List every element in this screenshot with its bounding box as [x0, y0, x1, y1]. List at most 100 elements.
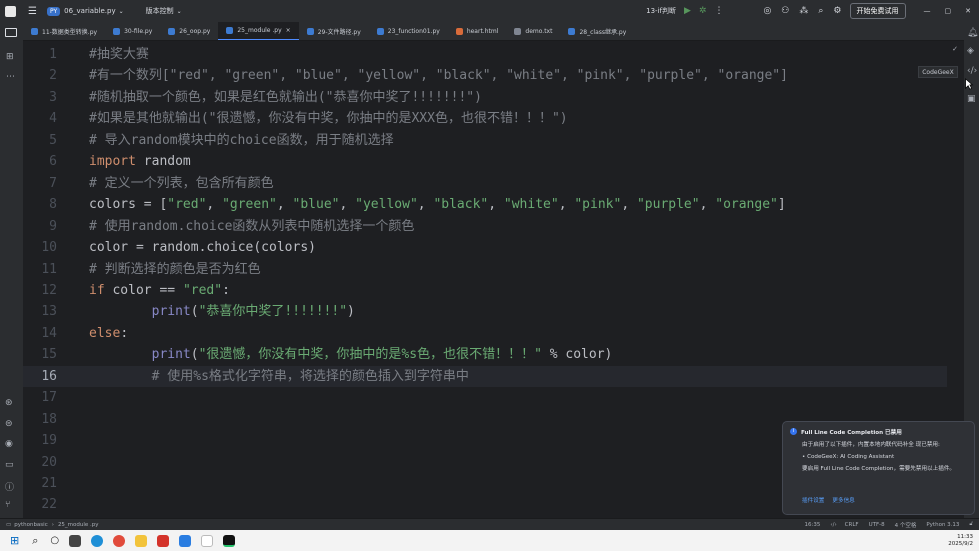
code-line[interactable]: else: — [89, 323, 128, 344]
editor-tab[interactable]: 30-file.py — [105, 22, 160, 40]
pycharm-icon[interactable] — [223, 534, 236, 547]
code-line[interactable]: #抽奖大赛 — [89, 44, 149, 65]
caret-position[interactable]: 16:35 — [805, 522, 821, 528]
run-icon[interactable]: ▶ — [684, 6, 691, 16]
line-separator[interactable]: CRLF — [845, 522, 859, 528]
clock-time[interactable]: 11:33 — [948, 534, 973, 541]
python-packages-icon[interactable]: ⊛ — [5, 398, 13, 408]
code-line[interactable]: colors = ["red", "green", "blue", "yello… — [89, 194, 786, 215]
codegeex-icon[interactable]: ◎ — [763, 6, 771, 16]
app-logo-icon[interactable] — [5, 5, 16, 17]
maximize-icon[interactable]: ▢ — [945, 7, 952, 15]
editor-tab[interactable]: 28_class继承.py — [560, 22, 634, 40]
line-number: 17 — [41, 390, 57, 406]
settings-icon[interactable]: ⚙ — [833, 6, 841, 16]
more-tools-icon[interactable]: ⋯ — [6, 72, 15, 82]
codegeex-sidebar-icon[interactable]: ‹/› — [967, 66, 977, 76]
main-menu-icon[interactable]: ☰ — [28, 6, 37, 17]
current-file-label[interactable]: 06_variable.py — [64, 7, 115, 15]
git-icon[interactable]: ⑂ — [5, 500, 10, 510]
tab-label: heart.html — [466, 27, 499, 35]
left-tool-window-bar: ⊞ ⋯ ⊛ ⊜ ◉ ▭ ⓘ ⑂ — [0, 22, 23, 518]
editor-tab[interactable]: heart.html — [448, 22, 507, 40]
code-line[interactable]: import random — [89, 151, 191, 172]
edge-icon[interactable] — [91, 534, 104, 547]
tab-label: 25_module .py — [237, 26, 282, 34]
typora-icon[interactable] — [201, 534, 214, 547]
code-token: "恭喜你中奖了!!!!!!!" — [198, 304, 348, 320]
code-line[interactable]: #有一个数列["red", "green", "blue", "yellow",… — [89, 65, 788, 86]
editor-tab[interactable]: 23_function01.py — [369, 22, 448, 40]
code-token: ) — [347, 304, 355, 320]
tab-close-icon[interactable]: × — [286, 27, 291, 34]
code-token: , — [206, 197, 223, 213]
code-token: % color) — [541, 347, 613, 363]
project-folder-icon[interactable] — [5, 28, 17, 37]
code-token: , — [488, 197, 504, 213]
start-trial-button[interactable]: 开始免费试用 — [849, 3, 906, 19]
lock-icon[interactable]: 🔓︎ — [969, 521, 973, 528]
services-icon[interactable]: ◉ — [5, 439, 13, 449]
code-line[interactable]: #如果是其他就输出("很遗憾，你没有中奖，你抽中的是XXX色，也很不错！！！") — [89, 108, 568, 129]
terminal-icon[interactable]: ▭ — [5, 460, 14, 470]
taskbar-app-blue-icon[interactable] — [179, 534, 192, 547]
editor-tab[interactable]: 29-文件路径.py — [299, 22, 369, 40]
taskbar-search-icon[interactable]: ⌕ — [32, 534, 38, 548]
close-icon[interactable]: ✕ — [965, 7, 971, 15]
code-line[interactable]: color = random.choice(colors) — [89, 237, 316, 258]
line-number: 7 — [49, 175, 57, 191]
notifications-icon[interactable]: 🔔︎ — [967, 28, 978, 38]
translate-icon[interactable]: ⁂ — [799, 6, 808, 16]
line-number: 18 — [41, 411, 57, 427]
code-line[interactable]: print("恭喜你中奖了!!!!!!!") — [89, 301, 355, 322]
python-console-icon[interactable]: ⊜ — [5, 419, 13, 429]
plugin-settings-link[interactable]: 插件设置 — [802, 496, 824, 504]
windows-start-icon[interactable]: ⊞ — [10, 534, 19, 547]
editor-tab[interactable]: demo.txt — [506, 22, 560, 40]
code-line[interactable]: # 导入random模块中的choice函数，用于随机选择 — [89, 130, 394, 151]
editor-tab[interactable]: 11-数据类型转换.py — [23, 22, 105, 40]
clock-date[interactable]: 2025/9/2 — [948, 541, 973, 548]
line-number-gutter: 1 2 3 4 5 6 7 8 9 10 11 12 13 14 15 16 17 18 19 20 21 22 — [23, 41, 65, 518]
code-line[interactable]: # 定义一个列表，包含所有颜色 — [89, 173, 274, 194]
vcs-menu[interactable]: 版本控制 — [146, 6, 174, 16]
database-icon[interactable]: ▣ — [967, 94, 976, 104]
structure-icon[interactable]: ⊞ — [6, 52, 14, 62]
file-explorer-icon[interactable] — [135, 534, 148, 547]
code-token: ] — [777, 197, 786, 213]
problems-icon[interactable]: ⓘ — [5, 480, 14, 493]
line-number: 12 — [41, 282, 57, 298]
indent-setting[interactable]: 4 个空格 — [895, 521, 917, 529]
file-encoding[interactable]: UTF-8 — [869, 522, 885, 528]
code-token: # 定义一个列表，包含所有颜色 — [89, 175, 274, 191]
code-line[interactable]: #随机抽取一个颜色，如果是红色就输出("恭喜你中奖了!!!!!!!") — [89, 87, 482, 108]
code-line[interactable]: # 判断选择的颜色是否为红色 — [89, 259, 261, 280]
more-icon[interactable]: ⋮ — [714, 6, 723, 16]
code-line[interactable]: print("很遗憾，你没有中奖，你抽中的是%s色，也很不错！！！" % col… — [89, 344, 613, 365]
breadcrumb-project[interactable]: pythonbasic — [14, 522, 48, 528]
chrome-icon[interactable] — [113, 534, 126, 547]
folder-icon: ▭ — [6, 521, 12, 528]
more-info-link[interactable]: 更多信息 — [832, 496, 854, 504]
taskbar-app-icon[interactable] — [69, 534, 82, 547]
notification-popup: i Full Line Code Completion 已禁用 由于启用了以下插… — [782, 421, 975, 515]
task-view-icon[interactable]: ○ — [50, 535, 59, 546]
breadcrumb-file[interactable]: 25_module .py — [58, 522, 99, 528]
wps-icon[interactable] — [157, 534, 170, 547]
account-icon[interactable]: ⚇ — [781, 6, 789, 16]
minimize-icon[interactable]: — — [924, 7, 931, 15]
ai-assistant-icon[interactable]: ◈ — [967, 46, 974, 56]
line-number: 10 — [41, 240, 57, 256]
editor-tab[interactable]: 26_oop.py — [160, 22, 218, 40]
code-line[interactable]: # 使用random.choice函数从列表中随机选择一个颜色 — [89, 216, 414, 237]
code-line[interactable]: # 使用%s格式化字符串，将选择的颜色插入到字符串中 — [89, 366, 469, 387]
codegeex-status-icon[interactable]: ‹/› — [830, 522, 836, 528]
python-interpreter[interactable]: Python 3.13 — [926, 522, 959, 528]
notification-text-1: 由于启用了以下插件，内置本地内联代码补全 现已禁用: — [802, 442, 940, 448]
run-config-selector[interactable]: 13-if判断 — [646, 6, 676, 16]
code-line[interactable]: if color == "red": — [89, 280, 230, 301]
debug-icon[interactable]: ✲ — [699, 6, 707, 16]
search-icon[interactable]: ⌕ — [818, 6, 823, 16]
editor-tab[interactable]: 25_module .py × — [218, 22, 299, 40]
